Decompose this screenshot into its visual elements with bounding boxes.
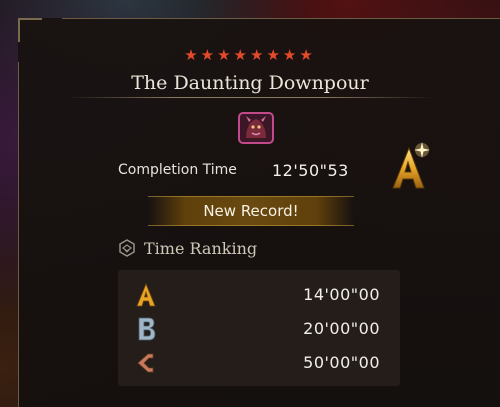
difficulty-stars: ★★★★★★★★ [184, 46, 316, 64]
new-record-banner: New Record! [148, 196, 354, 226]
completion-time-label: Completion Time [118, 162, 237, 178]
panel-top-border [62, 18, 500, 19]
rank-a-time: 14'00"00 [303, 285, 380, 304]
title-divider [66, 97, 434, 98]
completion-time-value: 12'50"53 [272, 161, 349, 180]
rank-c-letter-icon [137, 353, 154, 373]
monster-portrait-icon [238, 112, 274, 144]
panel-left-border [18, 62, 19, 407]
panel-corner-ornament [18, 18, 42, 42]
rank-row-b: 20'00"00 [118, 310, 400, 346]
rank-a-letter-icon [136, 282, 156, 307]
ranking-hexagon-icon [119, 239, 135, 257]
rank-b-time: 20'00"00 [303, 319, 380, 338]
time-ranking-label: Time Ranking [144, 238, 258, 258]
rank-c-time: 50'00"00 [303, 353, 380, 372]
rank-row-c: 50'00"00 [118, 344, 400, 380]
rank-b-letter-icon [138, 317, 156, 341]
rank-a-badge-icon [392, 142, 430, 189]
quest-title: The Daunting Downpour [131, 72, 369, 94]
rank-row-a: 14'00"00 [118, 276, 400, 312]
time-ranking-header: Time Ranking [118, 237, 257, 259]
time-ranking-list: 14'00"00 20'00"00 50'00"00 [118, 270, 400, 386]
